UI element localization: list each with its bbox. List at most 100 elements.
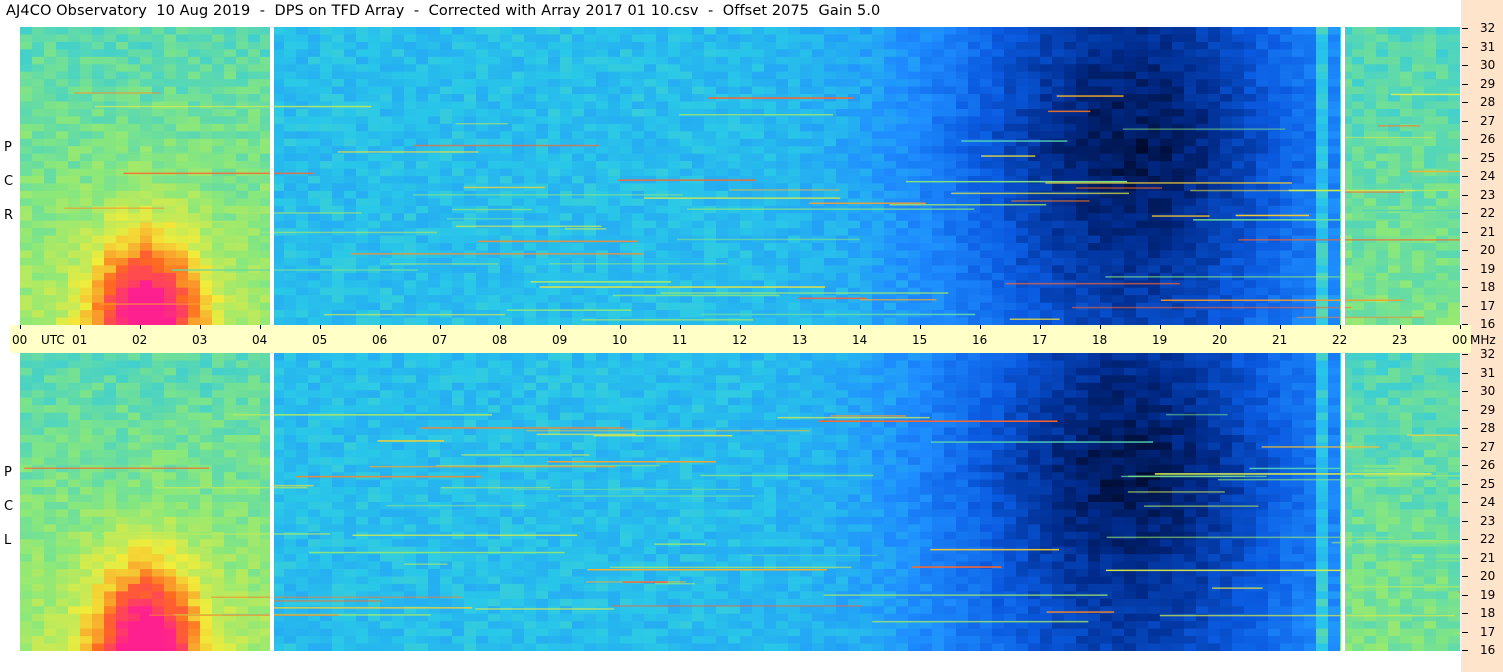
heatmap-cell xyxy=(1184,228,1197,237)
heatmap-cell xyxy=(1064,220,1077,229)
heatmap-cell xyxy=(332,123,345,132)
heatmap-cell xyxy=(1088,220,1101,229)
heatmap-cell xyxy=(956,265,969,274)
heatmap-cell xyxy=(1016,123,1029,132)
heatmap-cell xyxy=(404,79,417,88)
heatmap-cell xyxy=(344,302,357,311)
heatmap-cell xyxy=(1436,86,1449,95)
heatmap-cell xyxy=(1088,287,1101,296)
heatmap-cell xyxy=(848,79,861,88)
heatmap-cell xyxy=(56,287,69,296)
heatmap-cell xyxy=(1016,235,1029,244)
heatmap-cell xyxy=(968,86,981,95)
heatmap-cell xyxy=(1112,317,1125,325)
heatmap-cell xyxy=(464,79,477,88)
heatmap-cell xyxy=(368,220,381,229)
heatmap-cell xyxy=(68,56,81,65)
heatmap-cell xyxy=(1244,146,1257,155)
heatmap-cell xyxy=(32,190,45,199)
heatmap-cell xyxy=(1136,86,1149,95)
heatmap-cell xyxy=(1316,176,1329,185)
heatmap-cell xyxy=(296,272,309,281)
heatmap-cell xyxy=(536,64,549,73)
heatmap-cell xyxy=(1256,250,1269,259)
heatmap-cell xyxy=(764,131,777,140)
heatmap-cell xyxy=(944,94,957,103)
heatmap-cell xyxy=(1316,243,1329,252)
heatmap-cell xyxy=(56,101,69,110)
heatmap-cell xyxy=(728,220,741,229)
heatmap-cell xyxy=(1220,116,1233,125)
heatmap-cell xyxy=(404,94,417,103)
heatmap-cell xyxy=(1412,317,1425,325)
heatmap-cell xyxy=(1292,265,1305,274)
heatmap-cell xyxy=(932,34,945,43)
heatmap-cell xyxy=(608,272,621,281)
heatmap-cell xyxy=(1208,198,1221,207)
heatmap-cell xyxy=(1004,310,1017,319)
heatmap-cell xyxy=(320,86,333,95)
heatmap-cell xyxy=(644,161,657,170)
heatmap-cell xyxy=(884,153,897,162)
heatmap-cell xyxy=(656,205,669,214)
heatmap-cell xyxy=(344,161,357,170)
heatmap-cell xyxy=(212,64,225,73)
heatmap-cell xyxy=(536,310,549,319)
heatmap-cell xyxy=(116,213,129,222)
heatmap-cell xyxy=(128,257,141,266)
heatmap-cell xyxy=(992,94,1005,103)
heatmap-cell xyxy=(548,94,561,103)
heatmap-cell xyxy=(656,123,669,132)
heatmap-cell xyxy=(1208,190,1221,199)
heatmap-cell xyxy=(1172,49,1185,58)
heatmap-cell xyxy=(800,56,813,65)
heatmap-cell xyxy=(788,265,801,274)
heatmap-cell xyxy=(956,302,969,311)
heatmap-cell xyxy=(1136,220,1149,229)
heatmap-cell xyxy=(200,64,213,73)
heatmap-cell xyxy=(896,243,909,252)
heatmap-cell xyxy=(80,183,93,192)
heatmap-cell xyxy=(320,79,333,88)
heatmap-cell xyxy=(572,116,585,125)
heatmap-cell xyxy=(1424,79,1437,88)
heatmap-cell xyxy=(1412,34,1425,43)
heatmap-cell xyxy=(332,138,345,147)
heatmap-cell xyxy=(512,213,525,222)
heatmap-cell xyxy=(1268,108,1281,117)
heatmap-cell xyxy=(404,86,417,95)
heatmap-cell xyxy=(92,123,105,132)
heatmap-cell xyxy=(692,287,705,296)
heatmap-cell xyxy=(440,317,453,325)
heatmap-cell xyxy=(1388,168,1401,177)
heatmap-cell xyxy=(524,287,537,296)
heatmap-cell xyxy=(1064,183,1077,192)
heatmap-cell xyxy=(1124,64,1137,73)
heatmap-cell xyxy=(1328,64,1341,73)
heatmap-cell xyxy=(116,176,129,185)
heatmap-cell xyxy=(344,153,357,162)
heatmap-cell xyxy=(188,205,201,214)
heatmap-cell xyxy=(320,101,333,110)
heatmap-cell xyxy=(812,295,825,304)
heatmap-cell xyxy=(680,257,693,266)
heatmap-cell xyxy=(884,272,897,281)
heatmap-cell xyxy=(788,295,801,304)
heatmap-cell xyxy=(308,235,321,244)
heatmap-cell xyxy=(776,116,789,125)
heatmap-cell xyxy=(440,27,453,36)
heatmap-cell xyxy=(968,108,981,117)
heatmap-cell xyxy=(1184,280,1197,289)
heatmap-cell xyxy=(212,168,225,177)
heatmap-cell xyxy=(1196,27,1209,36)
heatmap-cell xyxy=(536,205,549,214)
heatmap-cell xyxy=(284,27,297,36)
heatmap-cell xyxy=(1436,131,1449,140)
heatmap-cell xyxy=(1088,257,1101,266)
heatmap-cell xyxy=(140,228,153,237)
heatmap-cell xyxy=(20,168,33,177)
heatmap-cell xyxy=(44,576,57,585)
heatmap-cell xyxy=(944,71,957,80)
heatmap-cell xyxy=(800,49,813,58)
heatmap-cell xyxy=(872,146,885,155)
